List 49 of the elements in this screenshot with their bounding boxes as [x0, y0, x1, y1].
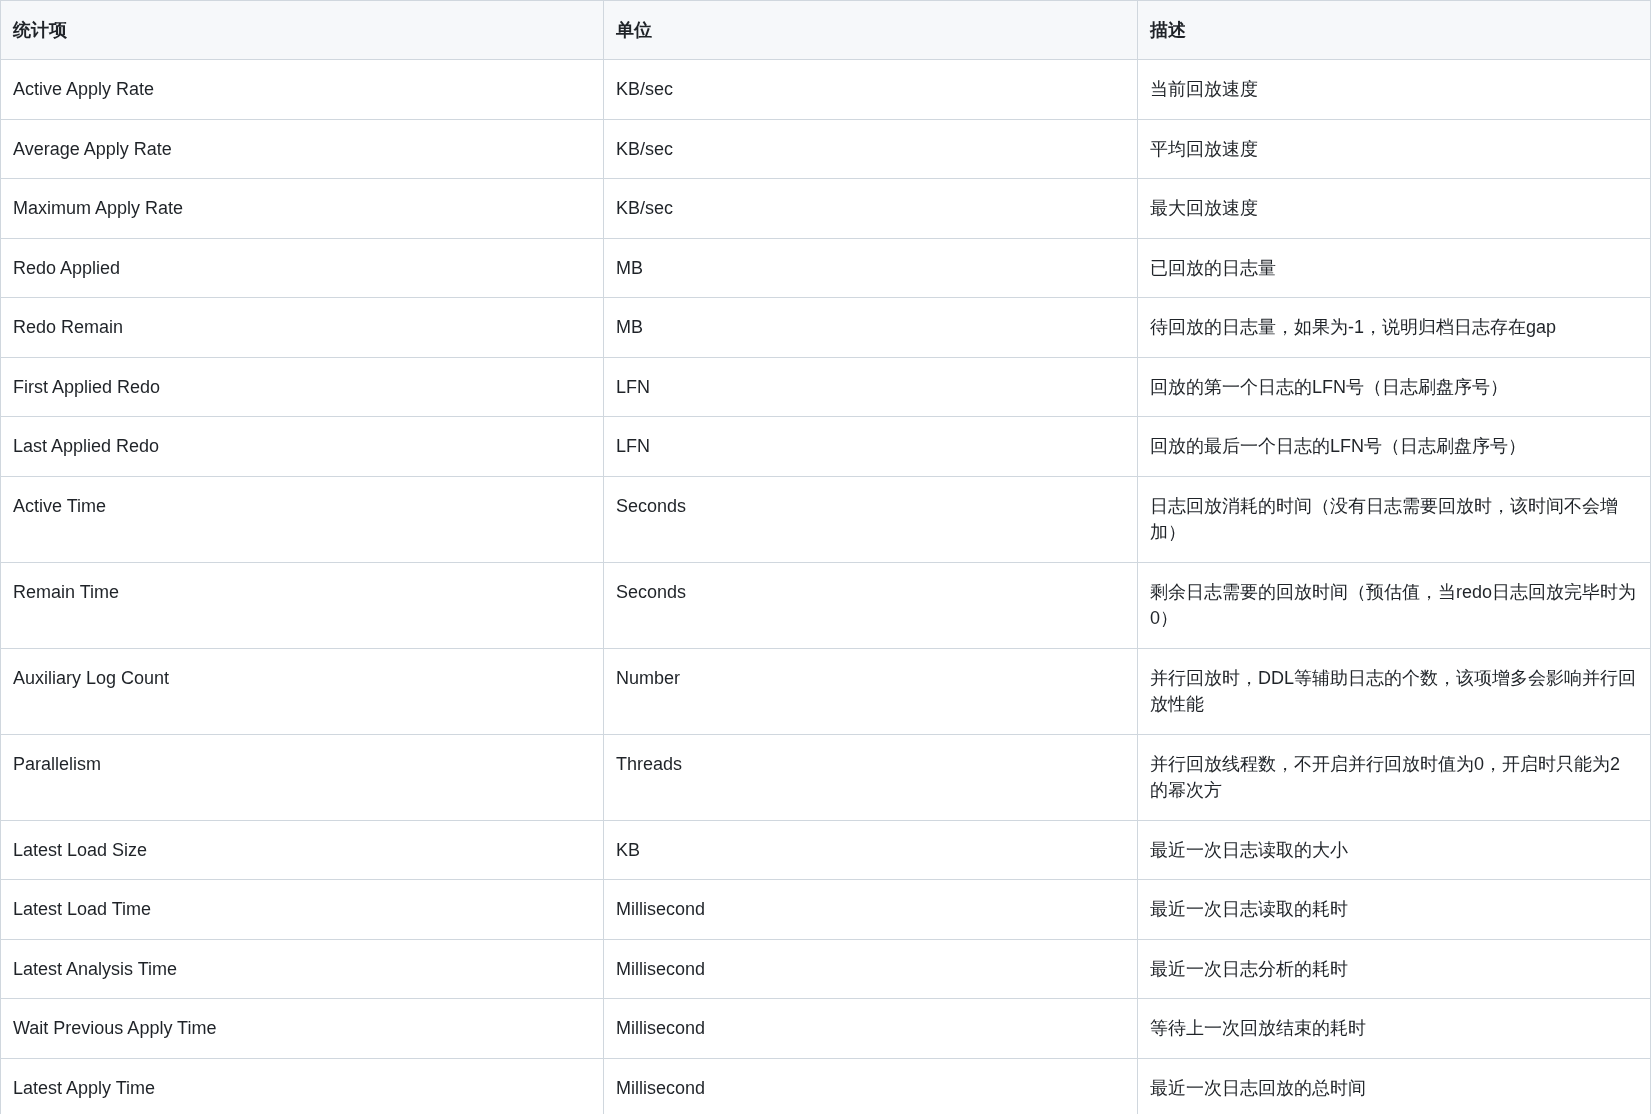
table-cell: Millisecond	[603, 879, 1138, 939]
table-cell: Parallelism	[0, 734, 604, 820]
table-cell: KB/sec	[603, 119, 1138, 179]
table-cell: First Applied Redo	[0, 357, 604, 417]
table-cell: Redo Applied	[0, 238, 604, 298]
table-cell: Latest Apply Time	[0, 1058, 604, 1114]
table-cell: Active Time	[0, 476, 604, 562]
table-cell: Seconds	[603, 562, 1138, 648]
table-cell: 等待上一次回放结束的耗时	[1137, 998, 1651, 1058]
table-cell: Maximum Apply Rate	[0, 178, 604, 238]
table-cell: Last Applied Redo	[0, 416, 604, 476]
table-cell: Seconds	[603, 476, 1138, 562]
table-cell: LFN	[603, 416, 1138, 476]
column-header: 单位	[603, 0, 1138, 60]
table-cell: Remain Time	[0, 562, 604, 648]
table-cell: Millisecond	[603, 939, 1138, 999]
table-cell: 剩余日志需要的回放时间（预估值，当redo日志回放完毕时为0）	[1137, 562, 1651, 648]
table-cell: KB	[603, 820, 1138, 880]
table-cell: MB	[603, 297, 1138, 357]
table-cell: 回放的第一个日志的LFN号（日志刷盘序号）	[1137, 357, 1651, 417]
table-cell: Active Apply Rate	[0, 59, 604, 119]
table-cell: KB/sec	[603, 59, 1138, 119]
table-cell: Number	[603, 648, 1138, 734]
table-cell: 回放的最后一个日志的LFN号（日志刷盘序号）	[1137, 416, 1651, 476]
table-cell: Millisecond	[603, 998, 1138, 1058]
column-header: 统计项	[0, 0, 604, 60]
table-cell: Redo Remain	[0, 297, 604, 357]
table-cell: Auxiliary Log Count	[0, 648, 604, 734]
table-cell: 并行回放时，DDL等辅助日志的个数，该项增多会影响并行回放性能	[1137, 648, 1651, 734]
table-cell: 待回放的日志量，如果为-1，说明归档日志存在gap	[1137, 297, 1651, 357]
table-cell: 最近一次日志读取的大小	[1137, 820, 1651, 880]
table-cell: 已回放的日志量	[1137, 238, 1651, 298]
table-cell: LFN	[603, 357, 1138, 417]
table-cell: Latest Analysis Time	[0, 939, 604, 999]
table-cell: Threads	[603, 734, 1138, 820]
table-cell: KB/sec	[603, 178, 1138, 238]
table-cell: MB	[603, 238, 1138, 298]
table-cell: Average Apply Rate	[0, 119, 604, 179]
table-cell: Latest Load Time	[0, 879, 604, 939]
table-cell: Latest Load Size	[0, 820, 604, 880]
column-header: 描述	[1137, 0, 1651, 60]
table-cell: 最近一次日志分析的耗时	[1137, 939, 1651, 999]
table-cell: 平均回放速度	[1137, 119, 1651, 179]
table-cell: Wait Previous Apply Time	[0, 998, 604, 1058]
table-cell: 最近一次日志读取的耗时	[1137, 879, 1651, 939]
table-cell: 最大回放速度	[1137, 178, 1651, 238]
table-cell: 日志回放消耗的时间（没有日志需要回放时，该时间不会增加）	[1137, 476, 1651, 562]
table-cell: 并行回放线程数，不开启并行回放时值为0，开启时只能为2的幂次方	[1137, 734, 1651, 820]
table-cell: 当前回放速度	[1137, 59, 1651, 119]
